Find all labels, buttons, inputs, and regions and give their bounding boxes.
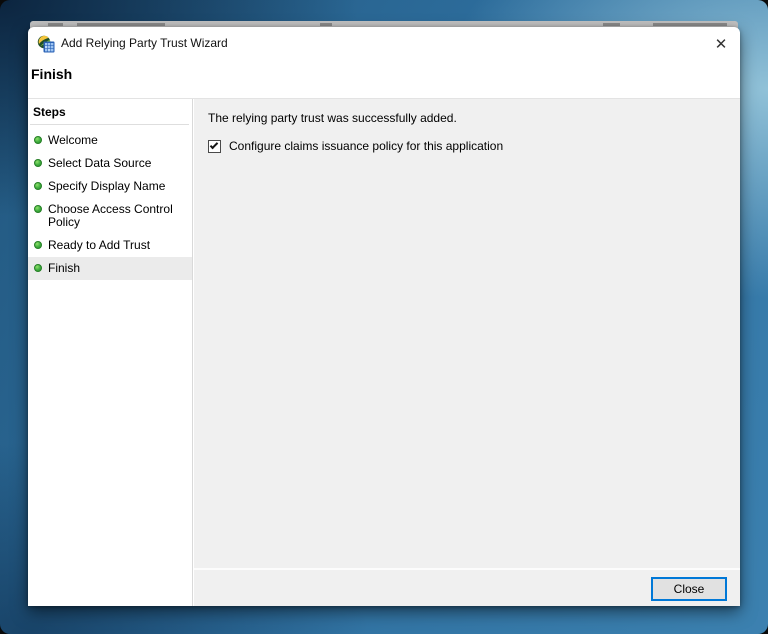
checkmark-icon	[210, 140, 218, 148]
step-item-select-data-source[interactable]: Select Data Source	[28, 152, 192, 175]
wizard-page-body: The relying party trust was successfully…	[194, 99, 740, 606]
step-complete-dot-icon	[34, 182, 42, 190]
button-bar: Close	[194, 568, 740, 606]
background-window-text-fragment	[603, 23, 620, 26]
steps-panel: Steps Welcome Select Data Source Specify…	[28, 99, 193, 606]
background-window-text-fragment	[653, 23, 727, 26]
close-button[interactable]: Close	[651, 577, 727, 601]
steps-panel-header: Steps	[28, 99, 192, 119]
step-complete-dot-icon	[34, 205, 42, 213]
step-item-choose-access-control-policy[interactable]: Choose Access Control Policy	[28, 198, 192, 234]
step-complete-dot-icon	[34, 159, 42, 167]
step-item-welcome[interactable]: Welcome	[28, 129, 192, 152]
step-label: Ready to Add Trust	[48, 238, 150, 252]
wizard-content: Steps Welcome Select Data Source Specify…	[28, 98, 740, 606]
adfs-wizard-icon	[37, 35, 55, 53]
background-window-text-fragment	[48, 23, 63, 26]
window-close-button[interactable]: ✕	[709, 32, 733, 56]
background-window-text-fragment	[320, 23, 332, 26]
success-message: The relying party trust was successfully…	[208, 111, 726, 125]
desktop-background: Add Relying Party Trust Wizard ✕ Finish …	[0, 0, 768, 634]
step-item-specify-display-name[interactable]: Specify Display Name	[28, 175, 192, 198]
step-label: Specify Display Name	[48, 179, 165, 193]
window-title: Add Relying Party Trust Wizard	[61, 36, 228, 50]
checkbox-checked-icon[interactable]	[208, 140, 221, 153]
step-label: Select Data Source	[48, 156, 151, 170]
step-complete-dot-icon	[34, 136, 42, 144]
add-relying-party-trust-wizard-dialog: Add Relying Party Trust Wizard ✕ Finish …	[28, 27, 740, 606]
step-item-ready-to-add-trust[interactable]: Ready to Add Trust	[28, 234, 192, 257]
step-complete-dot-icon	[34, 241, 42, 249]
wizard-page-title: Finish	[31, 66, 72, 82]
background-window-text-fragment	[77, 23, 165, 26]
steps-divider	[30, 124, 189, 125]
step-item-finish[interactable]: Finish	[28, 257, 192, 280]
configure-claims-checkbox-row[interactable]: Configure claims issuance policy for thi…	[208, 139, 503, 153]
step-label: Choose Access Control Policy	[48, 202, 173, 229]
steps-list: Welcome Select Data Source Specify Displ…	[28, 129, 192, 280]
step-label: Finish	[48, 261, 80, 275]
step-complete-dot-icon	[34, 264, 42, 272]
step-label: Welcome	[48, 133, 98, 147]
title-bar: Add Relying Party Trust Wizard ✕	[28, 27, 740, 61]
checkbox-label: Configure claims issuance policy for thi…	[229, 139, 503, 153]
